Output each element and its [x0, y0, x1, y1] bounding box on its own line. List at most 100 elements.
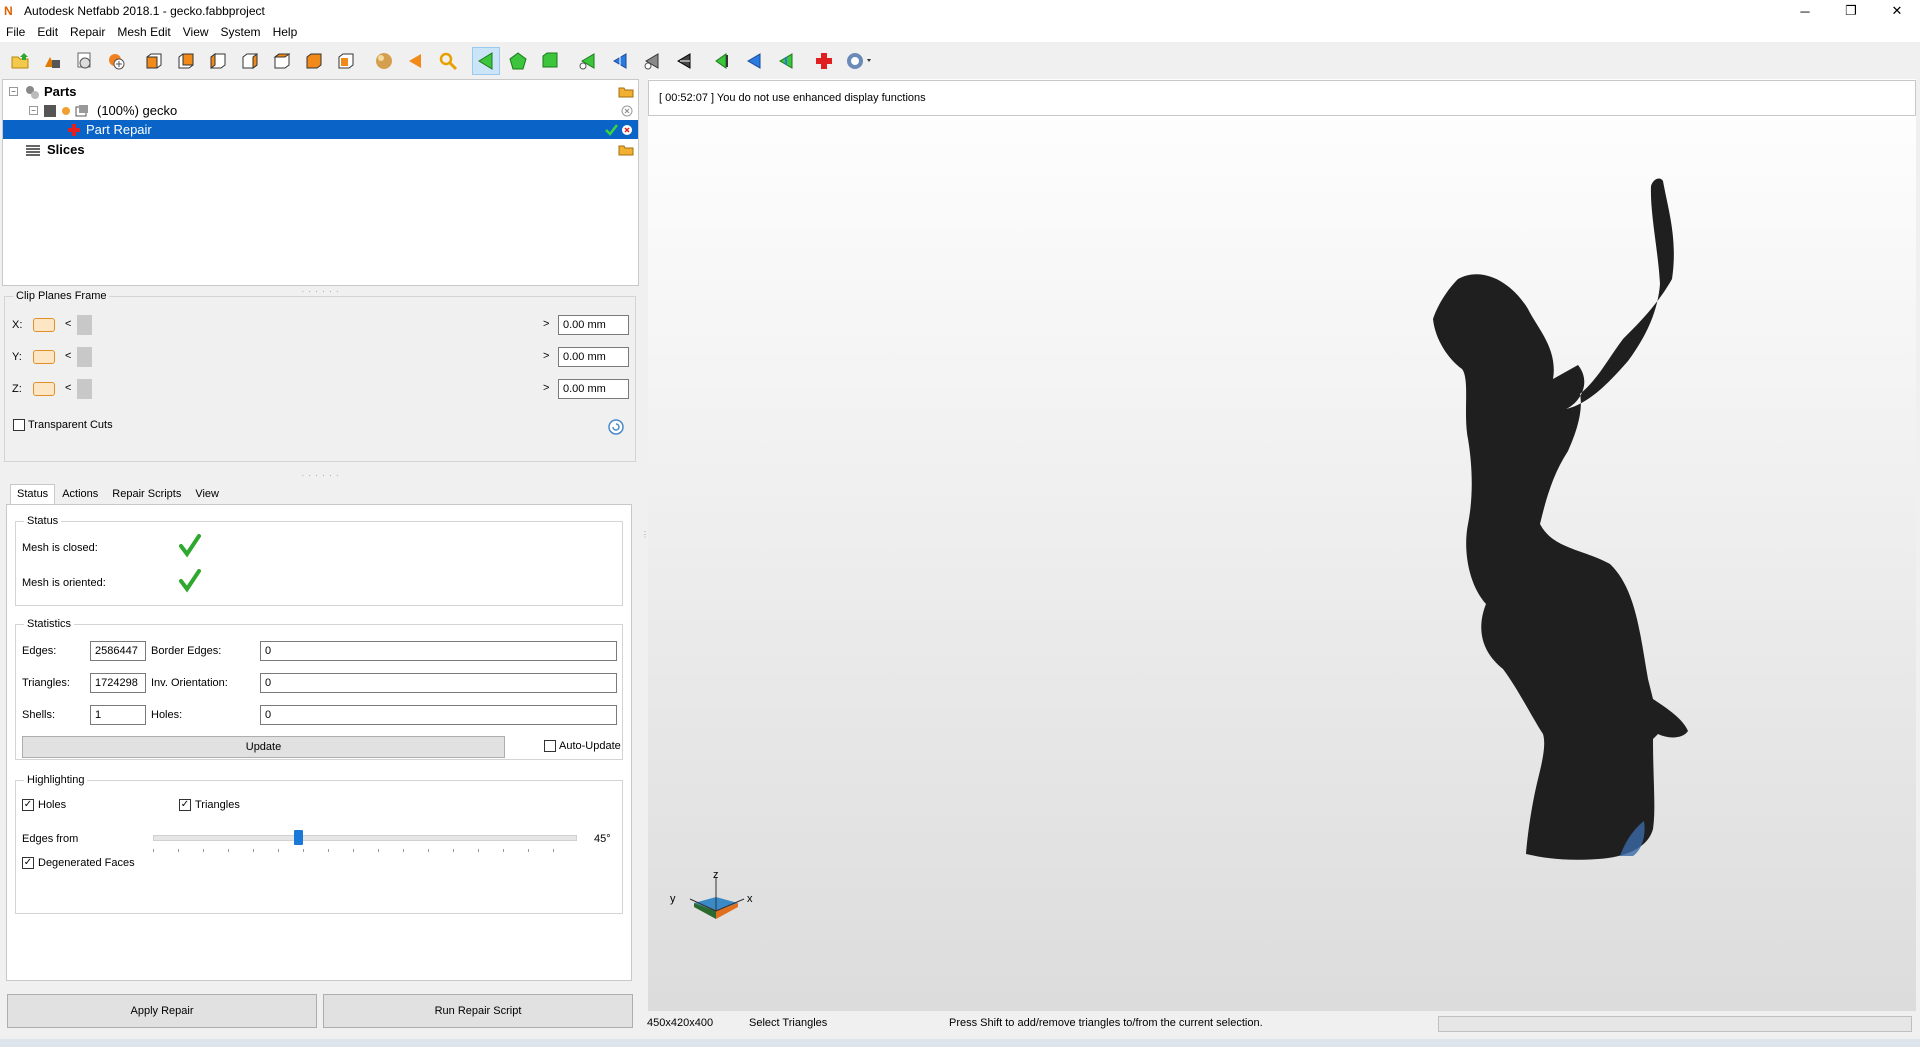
clip-value-z[interactable]: 0.00 mm: [558, 379, 629, 399]
triangle-tool-4-icon[interactable]: [670, 47, 698, 75]
slider-right-arrow[interactable]: >: [543, 350, 549, 362]
slider-thumb[interactable]: [294, 830, 303, 845]
clip-slider-z-thumb[interactable]: [77, 379, 92, 399]
clip-value-x[interactable]: 0.00 mm: [558, 315, 629, 335]
zoom-icon[interactable]: [434, 47, 462, 75]
view-front-icon[interactable]: [140, 47, 168, 75]
help-icon[interactable]: [842, 47, 876, 75]
menu-help[interactable]: Help: [267, 25, 304, 39]
holes-checkbox[interactable]: ✓: [22, 799, 34, 811]
close-window-button[interactable]: ✕: [1874, 0, 1920, 22]
update-button[interactable]: Update: [22, 736, 505, 758]
folder-open-icon[interactable]: [618, 86, 634, 98]
part-mesh-icon: [44, 104, 56, 117]
tree-part-gecko[interactable]: − (100%) gecko: [3, 101, 638, 120]
tab-status[interactable]: Status: [10, 484, 56, 505]
slider-right-arrow[interactable]: >: [543, 382, 549, 394]
settings-icon[interactable]: [70, 47, 98, 75]
tab-view[interactable]: View: [188, 484, 226, 504]
slider-right-arrow[interactable]: >: [543, 318, 549, 330]
visibility-icon[interactable]: [60, 105, 72, 117]
tree-part-repair[interactable]: Part Repair: [3, 120, 638, 139]
clip-value-y[interactable]: 0.00 mm: [558, 347, 629, 367]
triangles-checkbox[interactable]: ✓: [179, 799, 191, 811]
axis-z-label: z: [713, 869, 719, 881]
collapse-toggle[interactable]: −: [9, 87, 18, 96]
splitter-handle[interactable]: · · · · · ·: [2, 471, 639, 480]
clip-row-y: Y: < > 0.00 mm: [5, 345, 635, 369]
collapse-toggle[interactable]: −: [29, 106, 38, 115]
add-triangle-icon[interactable]: [574, 47, 602, 75]
folder-open-icon[interactable]: [618, 144, 634, 156]
view-back-icon[interactable]: [172, 47, 200, 75]
menu-repair[interactable]: Repair: [64, 25, 111, 39]
menu-system[interactable]: System: [215, 25, 267, 39]
view-right-icon[interactable]: [236, 47, 264, 75]
view-iso-icon[interactable]: [332, 47, 360, 75]
project-tree: − Parts − (100%) gecko Part Repair Slice…: [2, 79, 639, 286]
degenerated-faces-label: Degenerated Faces: [38, 857, 135, 869]
clip-toggle-z[interactable]: [33, 382, 55, 396]
maximize-button[interactable]: ❐: [1828, 0, 1874, 22]
tab-actions[interactable]: Actions: [55, 484, 105, 504]
slider-left-arrow[interactable]: <: [65, 350, 71, 362]
border-edges-label: Border Edges:: [151, 645, 222, 657]
mesh-closed-label: Mesh is closed:: [22, 542, 98, 554]
clip-slider-y-thumb[interactable]: [77, 347, 92, 367]
select-surfaces-icon[interactable]: [504, 47, 532, 75]
clip-slider-x-thumb[interactable]: [77, 315, 92, 335]
triangle-tool-2-icon[interactable]: [606, 47, 634, 75]
menu-view[interactable]: View: [177, 25, 215, 39]
select-triangles-icon[interactable]: [472, 47, 500, 75]
view-left-icon[interactable]: [204, 47, 232, 75]
confirm-check-icon[interactable]: [604, 123, 618, 137]
tab-repair-scripts[interactable]: Repair Scripts: [105, 484, 188, 504]
menu-file[interactable]: File: [0, 25, 31, 39]
view-top-icon[interactable]: [268, 47, 296, 75]
add-icon[interactable]: [102, 47, 130, 75]
main-toolbar: [0, 44, 1920, 78]
log-message: [ 00:52:07 ] You do not use enhanced dis…: [659, 92, 926, 104]
gecko-model[interactable]: [648, 79, 1916, 1011]
run-repair-script-button[interactable]: Run Repair Script: [323, 994, 633, 1028]
edges-label: Edges:: [22, 645, 57, 657]
sphere-icon[interactable]: [370, 47, 398, 75]
slider-left-arrow[interactable]: <: [65, 318, 71, 330]
holes-highlight-label: Holes: [38, 799, 67, 811]
select-shells-icon[interactable]: [536, 47, 564, 75]
repair-label: Part Repair: [86, 122, 152, 137]
edges-value: 2586447: [90, 641, 146, 661]
arrow-left-icon[interactable]: [402, 47, 430, 75]
auto-update-checkbox[interactable]: [544, 740, 556, 752]
view-bottom-icon[interactable]: [300, 47, 328, 75]
menu-mesh-edit[interactable]: Mesh Edit: [111, 25, 176, 39]
slider-left-arrow[interactable]: <: [65, 382, 71, 394]
prev-blue-icon[interactable]: [740, 47, 768, 75]
reset-icon[interactable]: [607, 418, 625, 436]
edges-from-slider[interactable]: [153, 829, 577, 855]
apply-repair-button[interactable]: Apply Repair: [7, 994, 317, 1028]
add-part-icon[interactable]: [38, 47, 66, 75]
menu-edit[interactable]: Edit: [31, 25, 64, 39]
vertical-splitter[interactable]: ⋮: [641, 530, 649, 570]
transparent-cuts-checkbox[interactable]: [13, 419, 25, 431]
tree-parts[interactable]: − Parts: [3, 82, 638, 101]
tree-slices[interactable]: Slices: [3, 140, 638, 159]
3d-viewport[interactable]: z y x: [648, 79, 1916, 1011]
part-settings-icon[interactable]: [75, 104, 89, 118]
clip-toggle-x[interactable]: [33, 318, 55, 332]
repair-cross-icon[interactable]: [810, 47, 838, 75]
remove-icon[interactable]: [621, 105, 633, 117]
cancel-icon[interactable]: [621, 124, 633, 136]
next-green-icon[interactable]: [772, 47, 800, 75]
build-dimensions: 450x420x400: [647, 1017, 714, 1029]
title-bar: N Autodesk Netfabb 2018.1 - gecko.fabbpr…: [0, 0, 1920, 22]
minimize-button[interactable]: ─: [1782, 0, 1828, 22]
netfabb-logo-icon: N: [4, 4, 13, 18]
shells-value: 1: [90, 705, 146, 725]
open-project-icon[interactable]: [6, 47, 34, 75]
prev-green-icon[interactable]: [708, 47, 736, 75]
clip-toggle-y[interactable]: [33, 350, 55, 364]
degenerated-faces-checkbox[interactable]: ✓: [22, 857, 34, 869]
triangle-tool-3-icon[interactable]: [638, 47, 666, 75]
